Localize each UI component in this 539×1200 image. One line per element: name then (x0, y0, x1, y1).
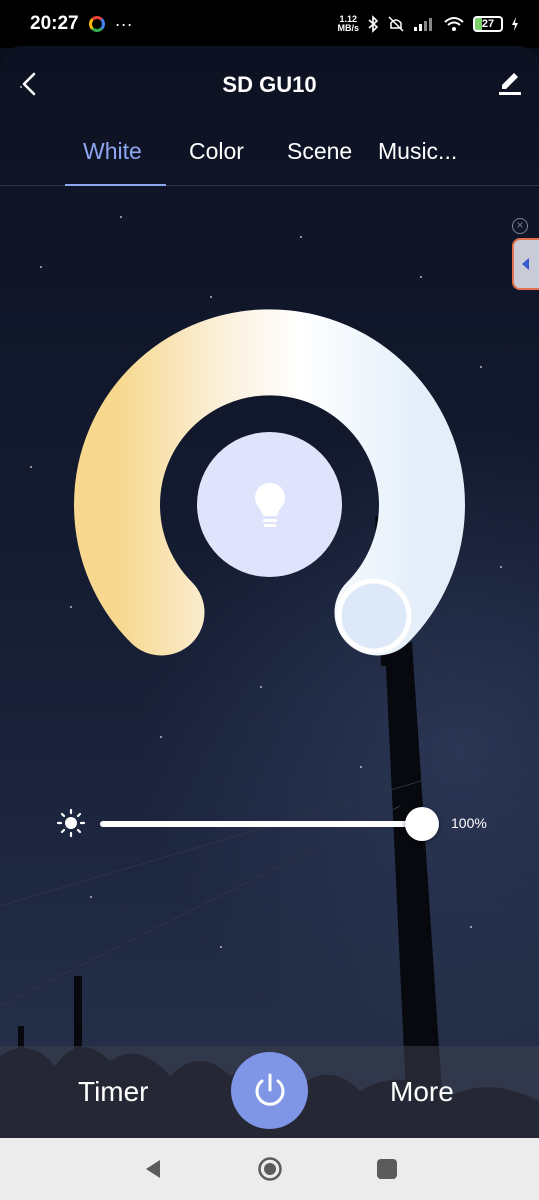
brightness-value: 100% (451, 815, 487, 831)
nav-back-icon[interactable] (143, 1158, 163, 1180)
net-speed: 1.12 MB/s (337, 15, 359, 33)
nav-recents-icon[interactable] (377, 1159, 397, 1179)
power-button[interactable] (231, 1052, 308, 1129)
mute-icon (388, 16, 404, 32)
overflow-dots: ··· (114, 13, 133, 34)
net-speed-unit: MB/s (337, 23, 359, 33)
status-bar: 20:27 ··· 1.12 MB/s 27 (0, 0, 539, 48)
wifi-icon (444, 17, 464, 31)
bluetooth-icon (368, 15, 379, 33)
power-icon (255, 1073, 285, 1106)
google-icon (88, 16, 105, 32)
wheel-selector-knob[interactable] (336, 578, 412, 654)
brightness-slider: 100% (0, 796, 539, 856)
system-nav-bar (0, 1138, 539, 1200)
bulb-icon (255, 483, 285, 527)
color-temperature-wheel[interactable] (0, 46, 539, 806)
app-screen: SD GU10 White Color Scene Music... × 100… (0, 46, 539, 1138)
signal-icon (414, 18, 432, 31)
timer-button[interactable]: Timer (78, 1076, 149, 1108)
status-time: 20:27 (30, 13, 79, 34)
brightness-track[interactable] (100, 821, 422, 827)
brightness-icon (56, 808, 86, 838)
nav-home-icon[interactable] (257, 1156, 283, 1182)
charging-icon (512, 17, 518, 31)
brightness-thumb[interactable] (405, 807, 439, 841)
battery-icon: 27 (473, 16, 503, 32)
more-button[interactable]: More (390, 1076, 454, 1108)
